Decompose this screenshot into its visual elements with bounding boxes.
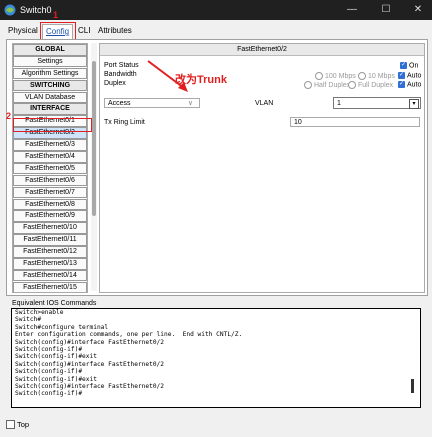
sidebar-item[interactable]: FastEthernet0/15	[13, 281, 87, 292]
tx-ring-limit-input[interactable]: 10	[290, 117, 420, 127]
minimize-button[interactable]: —	[342, 3, 362, 17]
port-mode-value: Access	[108, 100, 131, 107]
sidebar-item[interactable]: FastEthernet0/3	[13, 139, 87, 151]
sidebar-item[interactable]: Settings	[13, 55, 87, 68]
top-checkbox[interactable]	[6, 420, 15, 429]
sidebar-item[interactable]: FastEthernet0/6	[13, 174, 87, 187]
bw-100-label: 100 Mbps	[325, 72, 356, 80]
sidebar-item[interactable]: FastEthernet0/10	[13, 222, 87, 234]
chevron-down-icon: ∨	[187, 100, 193, 107]
sidebar-scroll-thumb[interactable]	[92, 61, 96, 216]
duplex-label: Duplex	[104, 80, 126, 87]
config-content: GLOBAL Settings Algorithm Settings SWITCHIN…	[6, 39, 428, 296]
tx-ring-limit-label: Tx Ring Limit	[104, 119, 145, 126]
top-label: Top	[17, 420, 30, 429]
full-duplex-label: Full Duplex	[358, 81, 394, 89]
check-icon: ✓	[398, 72, 405, 79]
check-icon: ✓	[400, 62, 407, 69]
check-icon: ✓	[398, 81, 405, 88]
radio-icon	[315, 72, 323, 80]
bandwidth-auto-checkbox[interactable]: ✓ Auto	[398, 72, 421, 79]
sidebar-section-header: INTERFACE	[13, 103, 87, 115]
sidebar-section-header: GLOBAL	[13, 44, 87, 56]
sidebar-scrollbar[interactable]	[91, 43, 97, 291]
ios-commands-label: Equivalent IOS Commands	[12, 300, 97, 307]
radio-icon	[348, 81, 356, 89]
bw-10-label: 10 Mbps	[368, 72, 395, 80]
console-lines: Switch>enable Switch# Switch#configure ter…	[15, 309, 242, 398]
sidebar-item[interactable]: FastEthernet0/14	[13, 269, 87, 282]
step-marker-1: 1	[53, 10, 59, 20]
half-duplex-label: Half Duplex	[314, 81, 351, 89]
bandwidth-100-radio[interactable]: 100 Mbps	[315, 72, 356, 80]
console-line: Switch(config-if)#exit	[15, 375, 97, 383]
port-status-label: Port Status	[104, 62, 139, 69]
app-icon	[4, 4, 16, 16]
sidebar-section-header: SWITCHING	[13, 79, 87, 92]
title-bar: Switch0 — ☐ ✕	[0, 0, 432, 20]
tab-attributes[interactable]: Attributes	[98, 24, 132, 38]
bottom-bar: Top	[0, 416, 432, 437]
trunk-note: 改为Trunk	[175, 74, 227, 86]
sidebar: GLOBAL Settings Algorithm Settings SWITCHIN…	[12, 43, 88, 293]
window-title: Switch0	[20, 5, 52, 15]
bandwidth-10-radio[interactable]: 10 Mbps	[358, 72, 395, 80]
tab-physical[interactable]: Physical	[8, 24, 38, 38]
sidebar-item[interactable]: FastEthernet0/8	[13, 198, 87, 211]
sidebar-item[interactable]: FastEthernet0/12	[13, 246, 87, 258]
half-duplex-radio[interactable]: Half Duplex	[304, 81, 350, 89]
sidebar-item[interactable]: FastEthernet0/9	[13, 210, 87, 222]
tab-cli[interactable]: CLI	[78, 24, 90, 38]
maximize-button[interactable]: ☐	[376, 3, 396, 17]
sidebar-item[interactable]: FastEthernet0/5	[13, 162, 87, 175]
interface-panel: FastEthernet0/2 Port Status Bandwidth Du…	[99, 43, 425, 293]
tab-highlight-box	[40, 22, 76, 40]
step-marker-2: 2	[6, 111, 12, 121]
vlan-value: 1	[337, 100, 341, 107]
bandwidth-label: Bandwidth	[104, 71, 137, 78]
duplex-auto-checkbox[interactable]: ✓ Auto	[398, 81, 421, 88]
console-line: Switch(config-if)#	[15, 390, 83, 398]
item-highlight-box	[13, 118, 92, 132]
vlan-select[interactable]: 1 ▾	[333, 97, 421, 109]
console-line: Switch(config)#interface FastEthernet0/2	[15, 360, 165, 368]
sidebar-item[interactable]: VLAN Database	[13, 91, 87, 104]
console-line: Enter configuration commands, one per li…	[15, 331, 243, 339]
port-status-on-checkbox[interactable]: ✓ On	[400, 62, 418, 69]
sidebar-item[interactable]: FastEthernet0/4	[13, 151, 87, 163]
console-line: Switch#	[15, 316, 42, 324]
console-line: Switch#configure terminal	[15, 323, 109, 331]
console-line: Switch(config)#interface FastEthernet0/2	[15, 383, 165, 391]
bw-auto-label: Auto	[407, 72, 422, 80]
panel-title: FastEthernet0/2	[100, 44, 424, 56]
close-button[interactable]: ✕	[408, 3, 428, 17]
duplex-auto-label: Auto	[407, 81, 422, 89]
console-line: Switch>enable	[15, 309, 64, 316]
vlan-label: VLAN	[255, 100, 274, 107]
port-mode-select[interactable]: Access ∨	[104, 98, 200, 108]
radio-icon	[358, 72, 366, 80]
full-duplex-radio[interactable]: Full Duplex	[348, 81, 393, 89]
sidebar-item[interactable]: Algorithm Settings	[13, 67, 87, 80]
console-line: Switch(config-if)#	[15, 368, 83, 376]
sidebar-item[interactable]: FastEthernet0/13	[13, 258, 87, 270]
dropdown-arrow-icon: ▾	[409, 99, 419, 109]
sidebar-item[interactable]: FastEthernet0/7	[13, 186, 87, 199]
sidebar-item[interactable]: FastEthernet0/11	[13, 234, 87, 246]
on-label: On	[409, 62, 419, 70]
console-scroll-thumb[interactable]	[411, 379, 414, 393]
radio-icon	[304, 81, 312, 89]
console-line: Switch(config-if)#exit	[15, 353, 97, 361]
ios-console[interactable]: Switch>enable Switch# Switch#configure ter…	[11, 308, 421, 408]
console-line: Switch(config)#interface FastEthernet0/2	[15, 338, 165, 346]
console-line: Switch(config-if)#	[15, 346, 83, 354]
